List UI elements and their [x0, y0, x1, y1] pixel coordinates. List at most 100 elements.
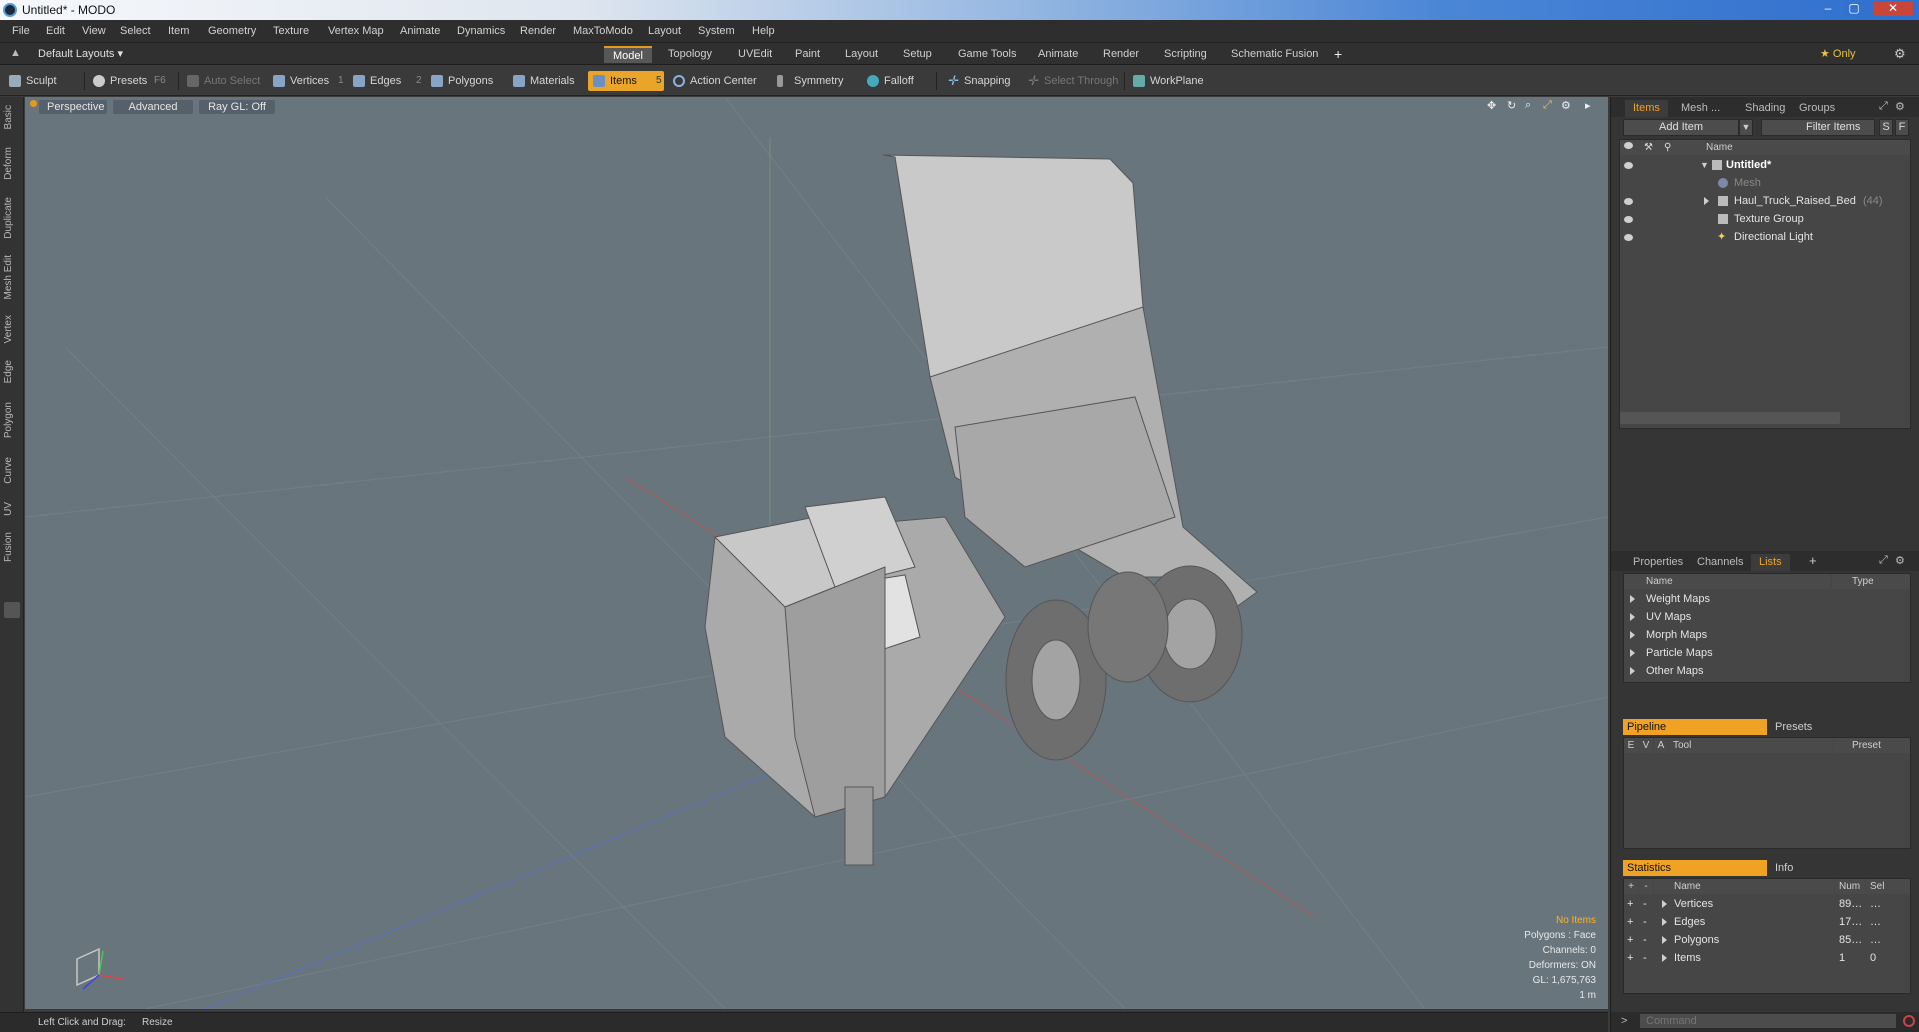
- layout-selector[interactable]: Default Layouts ▾: [38, 47, 123, 60]
- tab-uvedit[interactable]: UVEdit: [729, 46, 781, 63]
- tab-mesh-edit[interactable]: Mesh Edit: [3, 255, 21, 299]
- menu-view[interactable]: View: [82, 25, 106, 37]
- tool-tab-toggle[interactable]: [4, 602, 20, 618]
- fit-view-icon[interactable]: ⤢: [1543, 99, 1552, 112]
- close-button[interactable]: ✕: [1873, 1, 1913, 16]
- menu-item[interactable]: Item: [168, 25, 189, 37]
- tree-item-texture-group[interactable]: Texture Group: [1620, 210, 1910, 228]
- list-item-morph-maps[interactable]: Morph Maps: [1624, 626, 1910, 644]
- edges-button[interactable]: Edges: [348, 71, 409, 91]
- menu-help[interactable]: Help: [752, 25, 775, 37]
- tab-basic[interactable]: Basic: [3, 105, 21, 129]
- filter-s-button[interactable]: S: [1879, 119, 1893, 136]
- eye-icon[interactable]: [1624, 216, 1633, 223]
- tab-polygon[interactable]: Polygon: [3, 402, 21, 438]
- tab-pipeline[interactable]: Pipeline: [1623, 719, 1767, 735]
- menu-dynamics[interactable]: Dynamics: [457, 25, 505, 37]
- tab-render[interactable]: Render: [1094, 46, 1148, 63]
- expand-icon[interactable]: [1630, 649, 1635, 657]
- raygl-toggle[interactable]: Ray GL: Off: [199, 100, 275, 114]
- action-center-button[interactable]: Action Center: [668, 71, 765, 91]
- add-panel-tab-button[interactable]: +: [1809, 553, 1817, 568]
- item-list-h-scrollbar[interactable]: [1620, 412, 1840, 424]
- polygons-button[interactable]: Polygons: [426, 71, 501, 91]
- tab-animate[interactable]: Animate: [1029, 46, 1087, 63]
- stats-add-button[interactable]: +: [1627, 895, 1633, 913]
- menu-system[interactable]: System: [698, 25, 735, 37]
- materials-button[interactable]: Materials: [508, 71, 583, 91]
- symmetry-button[interactable]: Symmetry: [772, 71, 852, 91]
- tab-scripting[interactable]: Scripting: [1155, 46, 1216, 63]
- tab-curve[interactable]: Curve: [3, 457, 21, 484]
- tab-presets[interactable]: Presets: [1769, 719, 1812, 735]
- items-panel-expand-icon[interactable]: ⤢: [1879, 100, 1888, 113]
- list-item-other-maps[interactable]: Other Maps: [1624, 662, 1910, 680]
- shading-mode-dropdown[interactable]: Advanced: [113, 100, 193, 114]
- eye-icon[interactable]: [1624, 198, 1633, 205]
- auto-select-button[interactable]: Auto Select: [182, 71, 268, 91]
- add-item-button[interactable]: Add Item: [1623, 119, 1739, 136]
- tab-edge[interactable]: Edge: [3, 360, 21, 383]
- tab-game-tools[interactable]: Game Tools: [949, 46, 1026, 63]
- workplane-button[interactable]: WorkPlane: [1128, 71, 1212, 91]
- minimize-button[interactable]: –: [1817, 1, 1839, 16]
- vertices-button[interactable]: Vertices: [268, 71, 337, 91]
- stats-add-button[interactable]: +: [1627, 931, 1633, 949]
- tree-item-mesh[interactable]: Mesh: [1620, 174, 1910, 192]
- stats-add-button[interactable]: +: [1627, 913, 1633, 931]
- tab-vertex[interactable]: Vertex: [3, 315, 21, 343]
- menu-maxtomodo[interactable]: MaxToModo: [573, 25, 633, 37]
- expand-icon[interactable]: [1662, 936, 1667, 944]
- filter-items-field[interactable]: Filter Items: [1761, 119, 1875, 136]
- tab-model[interactable]: Model: [604, 46, 652, 63]
- home-icon[interactable]: ▲: [10, 47, 21, 59]
- tree-item-haul-truck[interactable]: Haul_Truck_Raised_Bed (44): [1620, 192, 1910, 210]
- add-layout-tab-button[interactable]: +: [1334, 46, 1342, 62]
- command-input[interactable]: [1639, 1013, 1897, 1029]
- tab-duplicate[interactable]: Duplicate: [3, 197, 21, 239]
- menu-file[interactable]: File: [12, 25, 30, 37]
- eye-icon[interactable]: [1624, 162, 1633, 169]
- items-button[interactable]: Items: [588, 71, 664, 91]
- tab-groups[interactable]: Groups: [1791, 100, 1843, 117]
- tab-deform[interactable]: Deform: [3, 147, 21, 180]
- list-item-weight-maps[interactable]: Weight Maps: [1624, 590, 1910, 608]
- stats-row-edges[interactable]: + - Edges 17… …: [1624, 913, 1910, 931]
- tab-fusion[interactable]: Fusion: [3, 532, 21, 562]
- list-item-uv-maps[interactable]: UV Maps: [1624, 608, 1910, 626]
- zoom-icon[interactable]: ⌕: [1525, 99, 1531, 112]
- stats-remove-button[interactable]: -: [1643, 931, 1647, 949]
- presets-button[interactable]: Presets: [88, 71, 155, 91]
- stats-row-polygons[interactable]: + - Polygons 85… …: [1624, 931, 1910, 949]
- select-through-button[interactable]: ✛ Select Through: [1022, 71, 1126, 91]
- tab-statistics[interactable]: Statistics: [1623, 860, 1767, 876]
- menu-render[interactable]: Render: [520, 25, 556, 37]
- expand-icon[interactable]: [1630, 631, 1635, 639]
- layout-gear-icon[interactable]: ⚙: [1894, 46, 1906, 62]
- tab-mesh[interactable]: Mesh ...: [1673, 100, 1728, 117]
- stats-remove-button[interactable]: -: [1643, 949, 1647, 967]
- rotate-icon[interactable]: ↻: [1507, 99, 1516, 112]
- expand-icon[interactable]: [1630, 613, 1635, 621]
- menu-layout[interactable]: Layout: [648, 25, 681, 37]
- tab-layout[interactable]: Layout: [836, 46, 887, 63]
- collapse-icon[interactable]: ▼: [1700, 156, 1709, 174]
- menu-geometry[interactable]: Geometry: [208, 25, 256, 37]
- tree-item-directional-light[interactable]: ✦ Directional Light: [1620, 228, 1910, 246]
- items-panel-gear-icon[interactable]: ⚙: [1895, 100, 1905, 113]
- expand-icon[interactable]: [1630, 595, 1635, 603]
- menu-vertex-map[interactable]: Vertex Map: [328, 25, 384, 37]
- tab-info[interactable]: Info: [1769, 860, 1793, 876]
- expand-icon[interactable]: [1630, 667, 1635, 675]
- stats-remove-button[interactable]: -: [1643, 913, 1647, 931]
- expand-icon[interactable]: [1662, 954, 1667, 962]
- tab-topology[interactable]: Topology: [659, 46, 721, 63]
- tab-uv[interactable]: UV: [3, 502, 21, 516]
- view-type-dropdown[interactable]: Perspective: [39, 100, 107, 114]
- menu-edit[interactable]: Edit: [46, 25, 65, 37]
- list-item-particle-maps[interactable]: Particle Maps: [1624, 644, 1910, 662]
- tab-setup[interactable]: Setup: [894, 46, 941, 63]
- add-item-dropdown-icon[interactable]: ▼: [1739, 119, 1753, 136]
- tab-channels[interactable]: Channels: [1689, 554, 1751, 571]
- 3d-viewport[interactable]: Perspective Advanced Ray GL: Off ✥ ↻ ⌕ ⤢…: [25, 97, 1608, 1009]
